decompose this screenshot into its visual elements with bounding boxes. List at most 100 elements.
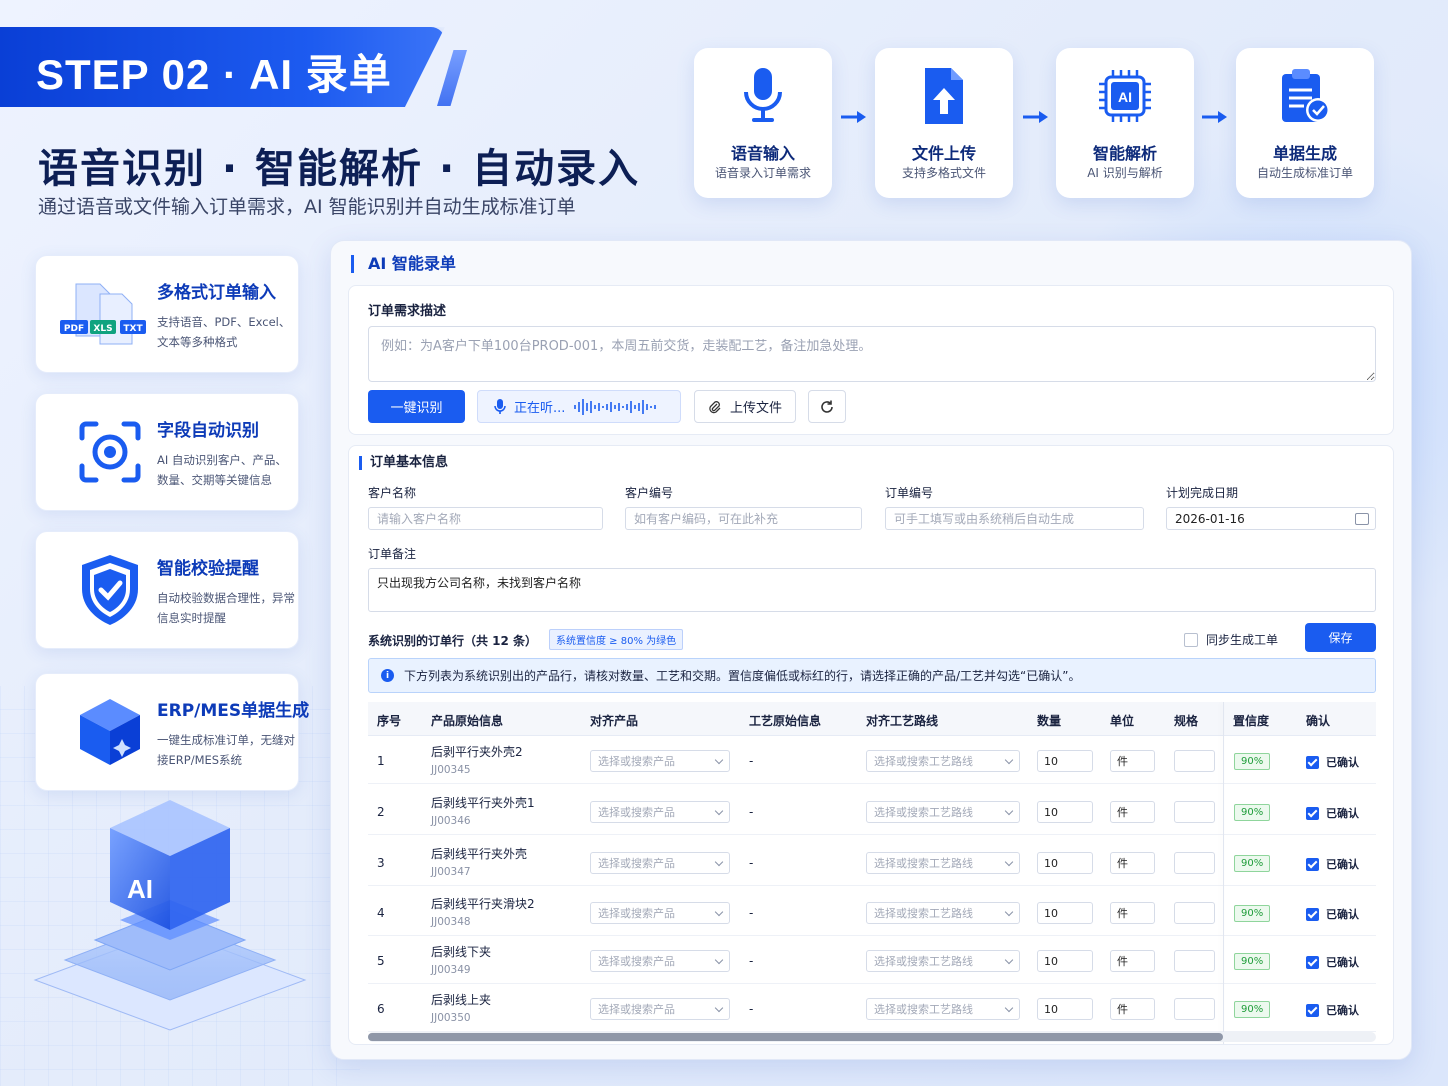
- basic-section-title: 订单基本信息: [359, 456, 448, 470]
- table-row: 1 后剥平行夹外壳2 JJ00345 选择或搜索产品 - 选择或搜索工艺路线 10 件 90% 已…: [368, 736, 1376, 784]
- route-select[interactable]: 选择或搜索工艺路线: [866, 852, 1020, 874]
- confirm-checkbox[interactable]: 已确认: [1306, 856, 1359, 872]
- spec-input[interactable]: [1174, 801, 1215, 823]
- flow-title: 智能解析: [1092, 144, 1157, 163]
- checkbox-checked-icon[interactable]: [1306, 857, 1319, 871]
- sync-workorder-checkbox[interactable]: 同步生成工单: [1184, 631, 1278, 648]
- plan-date-input[interactable]: [1166, 507, 1376, 530]
- spec-input[interactable]: [1174, 852, 1215, 874]
- sync-label: 同步生成工单: [1206, 633, 1279, 647]
- qty-input[interactable]: 10: [1037, 801, 1093, 823]
- flow-desc: AI 识别与解析: [1087, 166, 1163, 180]
- unit-input[interactable]: 件: [1110, 801, 1155, 823]
- table-row: 3 后剥线平行夹外壳 JJ00347 选择或搜索产品 - 选择或搜索工艺路线 10 件 90% 已…: [368, 838, 1376, 886]
- spec-input[interactable]: [1174, 902, 1215, 924]
- step-banner: STEP 02 · AI 录单: [0, 27, 445, 107]
- qty-input[interactable]: 10: [1037, 902, 1093, 924]
- checkbox-checked-icon[interactable]: [1306, 907, 1319, 921]
- voice-listening-button[interactable]: 正在听...: [477, 390, 681, 423]
- qty-input[interactable]: 10: [1037, 852, 1093, 874]
- chevron-down-icon: [714, 806, 724, 815]
- route-select[interactable]: 选择或搜索工艺路线: [866, 902, 1020, 924]
- product-select[interactable]: 选择或搜索产品: [590, 902, 730, 924]
- customer-code-input[interactable]: [625, 507, 862, 530]
- qty-input[interactable]: 10: [1037, 750, 1093, 772]
- unit-input[interactable]: 件: [1110, 852, 1155, 874]
- confidence-badge: 90%: [1234, 1001, 1271, 1018]
- craft-raw: -: [749, 754, 754, 768]
- confirm-checkbox[interactable]: 已确认: [1306, 805, 1359, 821]
- svg-text:TXT: TXT: [123, 324, 143, 334]
- route-select[interactable]: 选择或搜索工艺路线: [866, 750, 1020, 772]
- checkbox-unchecked[interactable]: [1184, 632, 1198, 647]
- th-confirm: 确认: [1306, 714, 1331, 728]
- th-qty: 数量: [1037, 714, 1062, 728]
- row-no: 5: [377, 954, 385, 968]
- confirm-label: 已确认: [1326, 908, 1359, 921]
- checkbox-checked-icon[interactable]: [1306, 1003, 1319, 1017]
- upload-file-button[interactable]: 上传文件: [694, 390, 796, 423]
- unit-input[interactable]: 件: [1110, 950, 1155, 972]
- recognize-button[interactable]: 一键识别: [368, 390, 465, 423]
- table-row: 5 后剥线下夹 JJ00349 选择或搜索产品 - 选择或搜索工艺路线 10 件 90% 已确认: [368, 936, 1376, 984]
- checkbox-checked-icon[interactable]: [1306, 755, 1319, 769]
- waveform-icon: [574, 398, 657, 415]
- remark-textarea[interactable]: 只出现我方公司名称，未找到客户名称: [368, 568, 1376, 612]
- checkbox-checked-icon[interactable]: [1306, 955, 1319, 969]
- product-select[interactable]: 选择或搜索产品: [590, 852, 730, 874]
- spec-input[interactable]: [1174, 998, 1215, 1020]
- qty-input[interactable]: 10: [1037, 998, 1093, 1020]
- confirm-checkbox[interactable]: 已确认: [1306, 954, 1359, 970]
- product-code: JJ00346: [431, 815, 471, 827]
- product-select[interactable]: 选择或搜索产品: [590, 750, 730, 772]
- product-name: 后剥线平行夹外壳: [431, 847, 528, 861]
- unit-input[interactable]: 件: [1110, 902, 1155, 924]
- row-no: 3: [377, 856, 385, 870]
- sticky-column-divider: [1223, 702, 1224, 1044]
- refresh-button[interactable]: [808, 390, 846, 423]
- horizontal-scrollbar[interactable]: [368, 1032, 1376, 1042]
- spec-input[interactable]: [1174, 750, 1215, 772]
- qty-input[interactable]: 10: [1037, 950, 1093, 972]
- unit-input[interactable]: 件: [1110, 750, 1155, 772]
- scrollbar-thumb[interactable]: [368, 1033, 1223, 1041]
- row-no: 2: [377, 805, 385, 819]
- product-select[interactable]: 选择或搜索产品: [590, 801, 730, 823]
- svg-text:XLS: XLS: [93, 324, 112, 334]
- calendar-icon[interactable]: [1355, 513, 1369, 525]
- order-no-label: 订单编号: [885, 486, 934, 500]
- route-select[interactable]: 选择或搜索工艺路线: [866, 801, 1020, 823]
- flow-desc: 自动生成标准订单: [1256, 166, 1353, 180]
- chevron-down-icon: [1004, 806, 1014, 815]
- confirm-checkbox[interactable]: 已确认: [1306, 906, 1359, 922]
- confirm-label: 已确认: [1326, 756, 1359, 769]
- chevron-down-icon: [1004, 907, 1014, 916]
- route-select[interactable]: 选择或搜索工艺路线: [866, 950, 1020, 972]
- demand-textarea[interactable]: [368, 326, 1376, 382]
- craft-raw: -: [749, 805, 754, 819]
- unit-input[interactable]: 件: [1110, 998, 1155, 1020]
- arrow-right-icon: [1202, 111, 1227, 123]
- flow-card-parse: AI 智能解析 AI 识别与解析: [1056, 48, 1194, 198]
- route-select-placeholder: 选择或搜索工艺路线: [874, 907, 973, 920]
- spec-input[interactable]: [1174, 950, 1215, 972]
- confirm-label: 已确认: [1326, 858, 1359, 871]
- th-product-raw: 产品原始信息: [431, 714, 504, 728]
- route-select[interactable]: 选择或搜索工艺路线: [866, 998, 1020, 1020]
- flow-desc: 支持多格式文件: [901, 166, 986, 180]
- craft-raw: -: [749, 856, 754, 870]
- recognized-lines-title: 系统识别的订单行（共 12 条）: [368, 634, 538, 648]
- product-select-placeholder: 选择或搜索产品: [598, 955, 675, 968]
- confirm-checkbox[interactable]: 已确认: [1306, 1002, 1359, 1018]
- product-select[interactable]: 选择或搜索产品: [590, 950, 730, 972]
- product-select[interactable]: 选择或搜索产品: [590, 998, 730, 1020]
- order-no-input[interactable]: [885, 507, 1144, 530]
- th-craft-raw: 工艺原始信息: [749, 714, 822, 728]
- confirm-checkbox[interactable]: 已确认: [1306, 754, 1359, 770]
- listening-label: 正在听...: [514, 401, 566, 416]
- feature-desc: 支持语音、PDF、Excel、文本等多种格式: [157, 315, 291, 349]
- chevron-down-icon: [714, 907, 724, 916]
- customer-name-input[interactable]: [368, 507, 603, 530]
- checkbox-checked-icon[interactable]: [1306, 806, 1319, 820]
- save-button[interactable]: 保存: [1305, 623, 1376, 652]
